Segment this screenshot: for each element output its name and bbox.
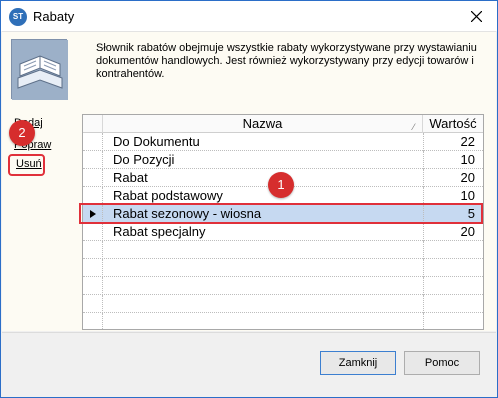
row-selector[interactable] — [83, 133, 103, 151]
app-icon: ST — [9, 8, 27, 26]
row-selector — [83, 241, 103, 259]
row-selector[interactable] — [83, 169, 103, 187]
dialog-footer: Zamknij Pomoc — [2, 332, 496, 397]
rabaty-window: ST Rabaty Słownik rabatów obejmuje wszys… — [0, 0, 498, 398]
empty-cell — [423, 313, 475, 329]
row-selector — [83, 295, 103, 313]
column-header-wartosc[interactable]: Wartość — [423, 115, 483, 133]
row-selector — [83, 313, 103, 329]
empty-cell — [423, 295, 475, 313]
empty-row — [83, 277, 483, 295]
row-name: Do Dokumentu — [113, 134, 200, 149]
row-value: 22 — [423, 133, 475, 151]
annotation-badge-1: 1 — [268, 172, 294, 198]
title-bar: ST Rabaty — [1, 1, 497, 31]
empty-cell — [423, 241, 475, 259]
annotation-badge-2: 2 — [9, 120, 35, 146]
row-value: 10 — [423, 151, 475, 169]
empty-cell — [423, 259, 475, 277]
row-selector[interactable] — [83, 151, 103, 169]
row-name: Rabat — [113, 170, 148, 185]
close-icon — [471, 11, 482, 22]
row-selector — [83, 277, 103, 295]
empty-cell — [423, 277, 475, 295]
empty-row — [83, 259, 483, 277]
grid-header: Nazwa ⁄ Wartość — [83, 115, 483, 133]
dialog-body: Słownik rabatów obejmuje wszystkie rabat… — [2, 31, 496, 331]
empty-row — [83, 295, 483, 313]
column-header-nazwa-label: Nazwa — [242, 116, 283, 131]
close-button[interactable]: Zamknij — [320, 351, 396, 375]
close-window-button[interactable] — [455, 1, 497, 31]
row-selector[interactable] — [83, 223, 103, 241]
row-value: 20 — [423, 169, 475, 187]
row-name: Do Pozycji — [113, 152, 175, 167]
table-row[interactable]: Rabat specjalny 20 — [83, 223, 483, 241]
column-header-nazwa[interactable]: Nazwa ⁄ — [103, 115, 423, 133]
table-row[interactable]: Do Dokumentu 22 — [83, 133, 483, 151]
empty-row — [83, 313, 483, 329]
table-row[interactable]: Do Pozycji 10 — [83, 151, 483, 169]
dictionary-description: Słownik rabatów obejmuje wszystkie rabat… — [96, 42, 477, 80]
row-selector — [83, 259, 103, 277]
window-title: Rabaty — [33, 9, 75, 24]
delete-link[interactable]: Usuń — [16, 158, 42, 170]
empty-row — [83, 241, 483, 259]
row-selector-header — [83, 115, 103, 133]
book-icon — [11, 39, 68, 100]
row-value: 20 — [423, 223, 475, 241]
help-button[interactable]: Pomoc — [404, 351, 480, 375]
selected-row-highlight — [79, 203, 483, 224]
row-name: Rabat specjalny — [113, 224, 206, 239]
